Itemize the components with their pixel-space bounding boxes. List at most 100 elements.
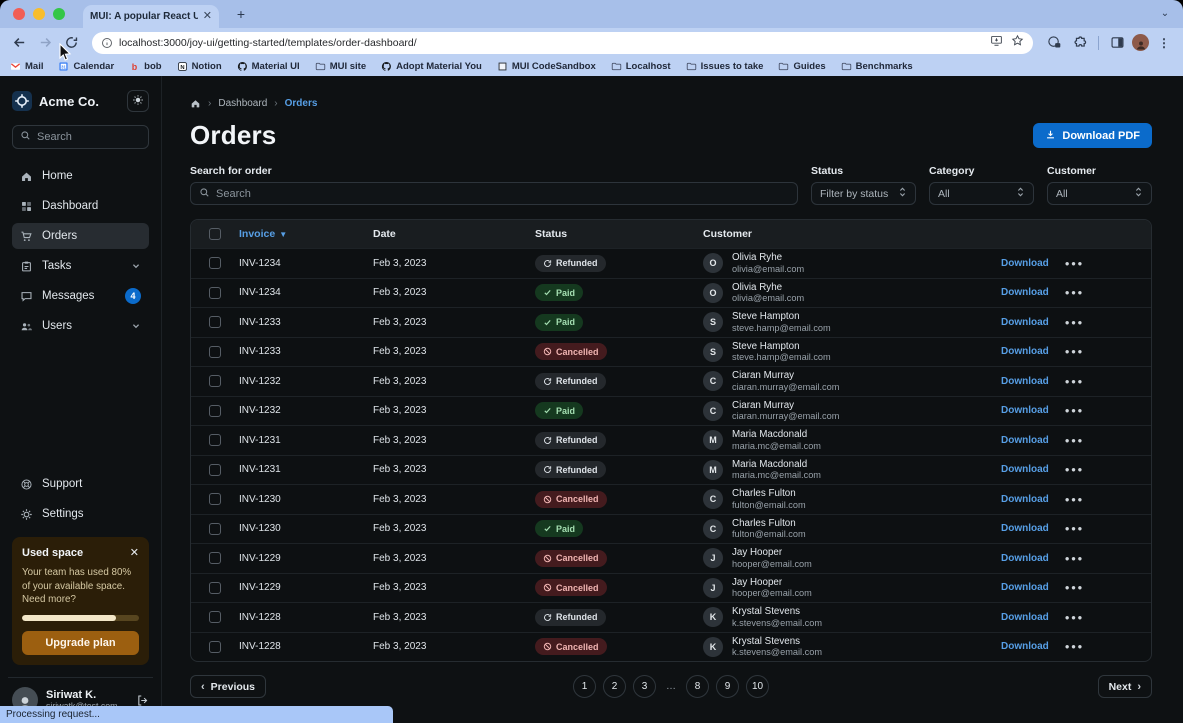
bookmark-guides[interactable]: Guides [778,61,825,72]
bookmark-mui-codesandbox[interactable]: MUI CodeSandbox [497,61,596,72]
more-actions-button[interactable]: ●●● [1065,465,1084,474]
row-checkbox[interactable] [209,434,221,446]
close-icon[interactable]: ✕ [130,548,139,559]
download-link[interactable]: Download [1001,376,1049,387]
logout-icon[interactable] [136,694,149,707]
bookmark-adopt-material-you[interactable]: Adopt Material You [381,61,482,72]
theme-toggle-button[interactable] [127,90,149,112]
page-button-10[interactable]: 10 [746,675,769,698]
bookmark-mail[interactable]: Mail [10,61,43,72]
install-app-icon[interactable] [990,34,1003,52]
more-actions-button[interactable]: ●●● [1065,347,1084,356]
column-header-invoice[interactable]: Invoice▼ [239,228,373,240]
row-checkbox[interactable] [209,523,221,535]
bookmark-star-icon[interactable] [1011,34,1024,52]
more-actions-button[interactable]: ●●● [1065,377,1084,386]
sidebar-item-tasks[interactable]: Tasks [12,253,149,279]
download-link[interactable]: Download [1001,494,1049,505]
more-actions-button[interactable]: ●●● [1065,642,1084,651]
select-all-checkbox[interactable] [209,228,221,240]
page-button-8[interactable]: 8 [686,675,709,698]
download-link[interactable]: Download [1001,553,1049,564]
bookmark-mui-site[interactable]: MUI site [315,61,366,72]
page-button-9[interactable]: 9 [716,675,739,698]
bookmark-localhost[interactable]: Localhost [611,61,671,72]
row-checkbox[interactable] [209,464,221,476]
forward-icon[interactable] [34,32,56,54]
next-page-button[interactable]: Next› [1098,675,1152,698]
reload-icon[interactable] [60,32,82,54]
bookmark-material-ui[interactable]: Material UI [237,61,300,72]
sidebar-item-home[interactable]: Home [12,163,149,189]
password-manager-icon[interactable] [1043,32,1065,54]
customer-select[interactable]: All [1047,182,1152,205]
row-checkbox[interactable] [209,405,221,417]
sidebar-search-field[interactable] [37,131,141,143]
more-actions-button[interactable]: ●●● [1065,613,1084,622]
row-checkbox[interactable] [209,287,221,299]
tab-list-chevron-icon[interactable]: ⌄ [1157,6,1173,22]
bookmark-issues-to-take[interactable]: Issues to take [686,61,764,72]
row-checkbox[interactable] [209,493,221,505]
more-actions-button[interactable]: ●●● [1065,259,1084,268]
home-icon[interactable] [190,98,201,109]
order-search-field[interactable] [216,188,789,200]
download-link[interactable]: Download [1001,582,1049,593]
more-actions-button[interactable]: ●●● [1065,583,1084,592]
status-select[interactable]: Filter by status [811,182,916,205]
page-button-3[interactable]: 3 [633,675,656,698]
window-minimize-button[interactable] [33,8,45,20]
more-actions-button[interactable]: ●●● [1065,554,1084,563]
breadcrumb-dashboard[interactable]: Dashboard [218,98,267,109]
page-button-1[interactable]: 1 [573,675,596,698]
download-link[interactable]: Download [1001,258,1049,269]
bookmark-benchmarks[interactable]: Benchmarks [841,61,913,72]
row-checkbox[interactable] [209,582,221,594]
row-checkbox[interactable] [209,611,221,623]
address-bar[interactable]: localhost:3000/joy-ui/getting-started/te… [92,32,1033,54]
more-actions-button[interactable]: ●●● [1065,406,1084,415]
download-link[interactable]: Download [1001,612,1049,623]
download-link[interactable]: Download [1001,523,1049,534]
download-link[interactable]: Download [1001,405,1049,416]
profile-avatar[interactable] [1132,34,1149,51]
side-panel-icon[interactable] [1106,32,1128,54]
row-checkbox[interactable] [209,316,221,328]
category-select[interactable]: All [929,182,1034,205]
sidebar-search-input[interactable] [12,125,149,149]
download-link[interactable]: Download [1001,435,1049,446]
previous-page-button[interactable]: ‹Previous [190,675,266,698]
upgrade-plan-button[interactable]: Upgrade plan [22,631,139,655]
row-checkbox[interactable] [209,346,221,358]
sidebar-item-messages[interactable]: Messages4 [12,283,149,309]
sidebar-item-settings[interactable]: Settings [12,501,149,527]
download-link[interactable]: Download [1001,641,1049,652]
row-checkbox[interactable] [209,257,221,269]
more-actions-button[interactable]: ●●● [1065,495,1084,504]
bookmark-bob[interactable]: bbob [129,61,161,72]
download-link[interactable]: Download [1001,317,1049,328]
new-tab-button[interactable]: + [231,6,251,22]
browser-tab[interactable]: MUI: A popular React UI fram ✕ [83,5,219,28]
more-actions-button[interactable]: ●●● [1065,318,1084,327]
browser-menu-icon[interactable]: ⋮ [1153,32,1175,54]
download-link[interactable]: Download [1001,287,1049,298]
row-checkbox[interactable] [209,552,221,564]
sidebar-item-orders[interactable]: Orders [12,223,149,249]
tab-close-icon[interactable]: ✕ [203,11,212,22]
sidebar-item-support[interactable]: Support [12,471,149,497]
site-info-icon[interactable] [101,37,113,49]
sidebar-item-dashboard[interactable]: Dashboard [12,193,149,219]
download-pdf-button[interactable]: Download PDF [1033,123,1152,148]
row-checkbox[interactable] [209,641,221,653]
order-search-input[interactable] [190,182,798,205]
more-actions-button[interactable]: ●●● [1065,288,1084,297]
row-checkbox[interactable] [209,375,221,387]
back-icon[interactable] [8,32,30,54]
bookmark-calendar[interactable]: 31Calendar [58,61,114,72]
window-zoom-button[interactable] [53,8,65,20]
extensions-icon[interactable] [1069,32,1091,54]
breadcrumb-orders[interactable]: Orders [285,98,318,109]
download-link[interactable]: Download [1001,346,1049,357]
more-actions-button[interactable]: ●●● [1065,524,1084,533]
